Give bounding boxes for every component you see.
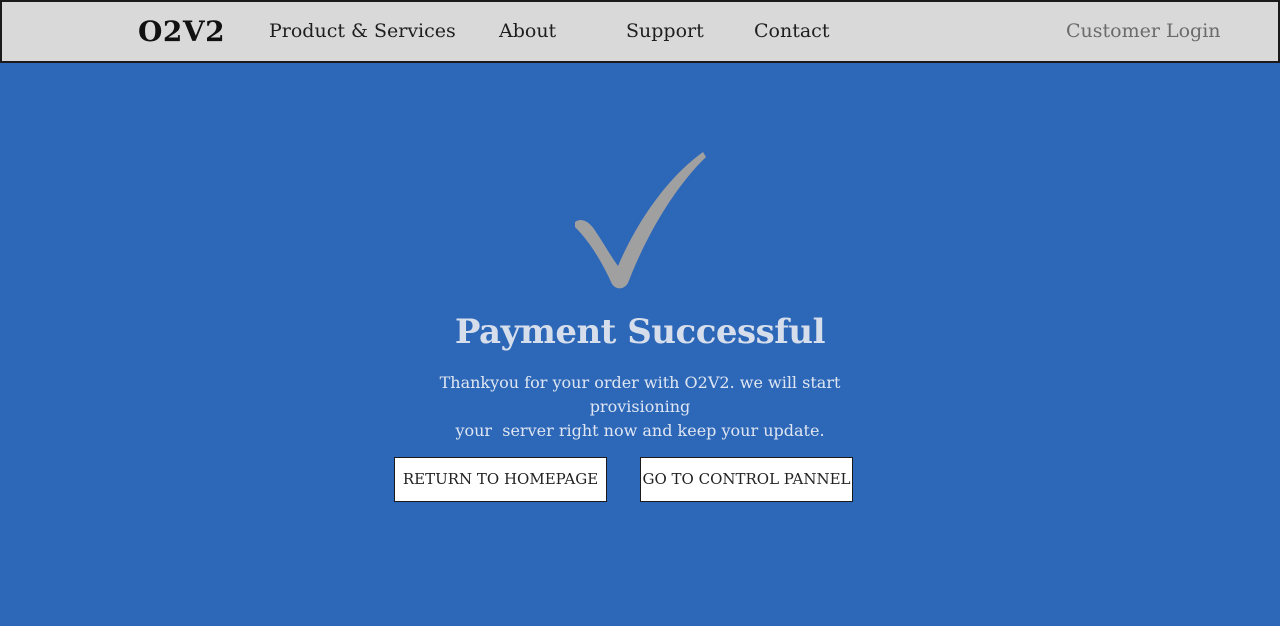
site-logo[interactable]: O2V2 [138,2,225,61]
nav-support[interactable]: Support [626,2,704,61]
go-to-control-panel-button[interactable]: GO TO CONTROL PANNEL [640,457,853,502]
nav-contact[interactable]: Contact [754,2,829,61]
confirmation-message-line: Thankyou for your order with O2V2. we wi… [439,373,841,416]
payment-success-title: Payment Successful [454,312,826,352]
confirmation-message: Thankyou for your order with O2V2. we wi… [395,371,885,443]
check-icon [575,152,706,289]
return-to-homepage-button[interactable]: RETURN TO HOMEPAGE [394,457,607,502]
top-navbar: O2V2 Product & Services About Support Co… [0,0,1280,63]
nav-product-services[interactable]: Product & Services [269,2,456,61]
nav-about[interactable]: About [499,2,556,61]
confirmation-message-line: your server right now and keep your upda… [455,421,825,440]
customer-login-link[interactable]: Customer Login [1066,2,1221,61]
